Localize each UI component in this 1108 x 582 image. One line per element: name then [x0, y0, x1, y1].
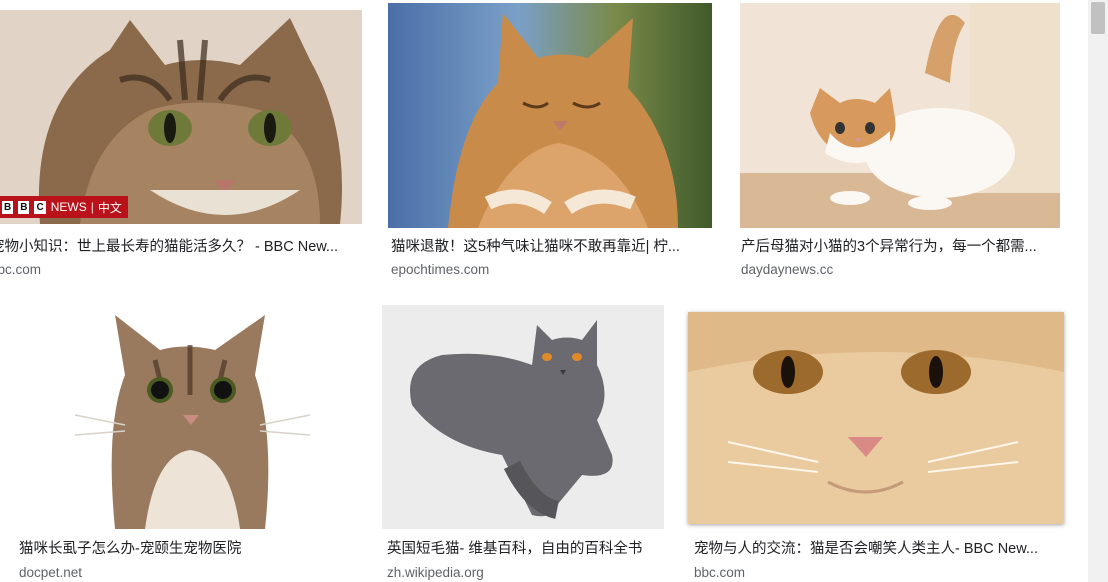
- result-thumbnail[interactable]: [688, 312, 1064, 524]
- result-title[interactable]: 英国短毛猫- 维基百科，自由的百科全书: [387, 539, 672, 559]
- image-result-1[interactable]: B B C NEWS | 中文 宠物小知识：世上最长寿的猫能活多久？ - BBC…: [0, 0, 370, 290]
- result-source[interactable]: epochtimes.com: [391, 261, 591, 279]
- bbc-chinese-label: 中文: [97, 200, 122, 215]
- result-thumbnail[interactable]: [15, 305, 357, 529]
- image-results-grid: B B C NEWS | 中文 宠物小知识：世上最长寿的猫能活多久？ - BBC…: [0, 0, 1108, 582]
- result-title[interactable]: 猫咪长虱子怎么办-宠颐生宠物医院: [19, 539, 349, 559]
- result-title[interactable]: 宠物与人的交流：猫是否会嘲笑人类主人- BBC New...: [694, 539, 1054, 559]
- bbc-news-label: NEWS: [50, 200, 87, 214]
- kitten-image: [740, 3, 1060, 228]
- result-source[interactable]: daydaynews.cc: [741, 261, 941, 279]
- bbc-logo-letter: B: [2, 200, 14, 214]
- result-thumbnail[interactable]: [382, 305, 664, 529]
- image-result-5[interactable]: 英国短毛猫- 维基百科，自由的百科全书 zh.wikipedia.org: [382, 300, 672, 582]
- bbc-news-badge: B B C NEWS | 中文: [0, 196, 128, 218]
- result-source[interactable]: docpet.net: [19, 564, 219, 582]
- bbc-logo-letter: C: [34, 200, 46, 214]
- result-title[interactable]: 猫咪退散！这5种气味让猫咪不敢再靠近| 柠...: [391, 237, 711, 257]
- vertical-scrollbar[interactable]: [1088, 0, 1108, 582]
- bbc-logo-letter: B: [18, 200, 30, 214]
- image-result-6[interactable]: 宠物与人的交流：猫是否会嘲笑人类主人- BBC New... bbc.com: [688, 300, 1068, 582]
- result-title[interactable]: 产后母猫对小猫的3个异常行为，每一个都需...: [741, 237, 1053, 257]
- gray-cat-image: [382, 305, 664, 529]
- tabby-portrait-image: [15, 305, 357, 529]
- result-thumbnail[interactable]: [740, 3, 1060, 228]
- result-thumbnail[interactable]: [388, 3, 712, 228]
- orange-cat-image: [388, 3, 712, 228]
- result-source[interactable]: bbc.com: [0, 261, 190, 279]
- badge-separator: |: [90, 200, 94, 214]
- image-result-2[interactable]: 猫咪退散！这5种气味让猫咪不敢再靠近| 柠... epochtimes.com: [388, 0, 718, 290]
- result-source[interactable]: zh.wikipedia.org: [387, 564, 587, 582]
- cream-cat-image: [688, 312, 1064, 524]
- image-result-3[interactable]: 产后母猫对小猫的3个异常行为，每一个都需... daydaynews.cc: [740, 0, 1070, 290]
- image-result-4[interactable]: 猫咪长虱子怎么办-宠颐生宠物医院 docpet.net: [15, 300, 365, 582]
- result-title[interactable]: 宠物小知识：世上最长寿的猫能活多久？ - BBC New...: [0, 237, 352, 257]
- scrollbar-thumb[interactable]: [1091, 2, 1105, 34]
- result-source[interactable]: bbc.com: [694, 564, 894, 582]
- result-thumbnail[interactable]: B B C NEWS | 中文: [0, 10, 362, 224]
- tabby-cat-image: [0, 10, 362, 224]
